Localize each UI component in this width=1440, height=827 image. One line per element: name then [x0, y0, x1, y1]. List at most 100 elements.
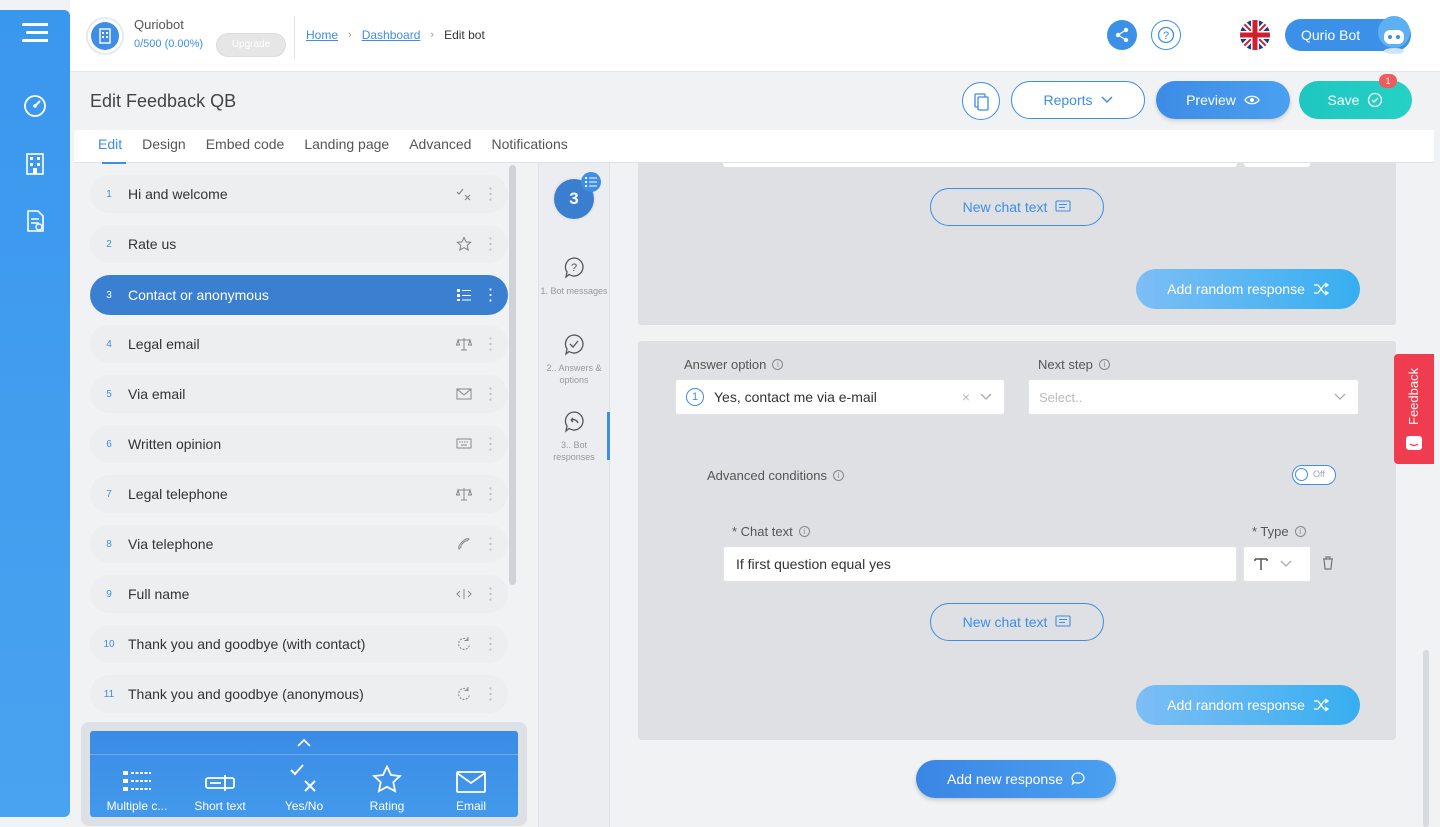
subnav-answers-options[interactable]: 2.. Answers & options — [539, 332, 609, 386]
preview-button[interactable]: Preview — [1156, 81, 1290, 119]
upgrade-button[interactable]: Upgrade — [216, 33, 286, 57]
chat-text-input[interactable]: If first question equal yes — [723, 546, 1237, 582]
tool-multiple-choice[interactable]: Multiple c... — [95, 763, 179, 813]
type-select[interactable] — [1243, 546, 1311, 582]
unsaved-changes-badge: 1 — [1379, 74, 1397, 88]
step-item[interactable]: 8 Via telephone ⋮ — [90, 525, 508, 563]
step-item[interactable]: 9 Full name ⋮ — [90, 575, 508, 613]
add-new-response-button[interactable]: Add new response — [916, 760, 1116, 798]
step-list-scrollbar[interactable] — [509, 165, 516, 585]
feedback-smile-icon — [1406, 436, 1422, 450]
text-cursor-icon — [452, 582, 476, 606]
tab-design[interactable]: Design — [132, 130, 196, 163]
feedback-tab[interactable]: Feedback — [1394, 354, 1434, 464]
step-label: Rate us — [128, 236, 177, 252]
tab-edit[interactable]: Edit — [88, 130, 132, 164]
step-item[interactable]: 10 Thank you and goodbye (with contact) … — [90, 625, 508, 663]
step-menu-icon[interactable]: ⋮ — [480, 484, 500, 504]
main-scrollbar[interactable] — [1423, 650, 1429, 827]
trash-icon[interactable] — [1322, 556, 1334, 575]
org-logo[interactable] — [86, 17, 124, 55]
dashboard-gauge-icon[interactable] — [22, 93, 48, 119]
step-item[interactable]: 4 Legal email ⋮ — [90, 325, 508, 363]
tool-email[interactable]: Email — [429, 763, 513, 813]
chevron-up-icon — [297, 738, 311, 747]
org-name: Quriobot — [134, 17, 184, 32]
add-random-response-button[interactable]: Add random response — [1136, 685, 1360, 725]
add-random-response-button[interactable]: Add random response — [1136, 269, 1360, 309]
step-menu-icon[interactable]: ⋮ — [480, 285, 500, 305]
tool-yes-no[interactable]: Yes/No — [262, 763, 346, 813]
subnav-bot-responses[interactable]: 3.. Bot responses — [539, 409, 609, 463]
preview-label: Preview — [1186, 92, 1236, 108]
info-icon[interactable]: i — [832, 470, 844, 481]
responses-editor: New chat text Add random response Answer… — [611, 163, 1430, 827]
step-menu-icon[interactable]: ⋮ — [480, 534, 500, 554]
step-item[interactable]: 1 Hi and welcome ⋮ — [90, 175, 508, 213]
copy-icon — [974, 93, 989, 111]
tab-landing-page[interactable]: Landing page — [294, 130, 399, 163]
step-menu-icon[interactable]: ⋮ — [480, 184, 500, 204]
keyboard-icon — [452, 432, 476, 456]
copy-button[interactable] — [962, 82, 1000, 120]
step-menu-icon[interactable]: ⋮ — [480, 234, 500, 254]
info-icon[interactable]: i — [772, 359, 784, 370]
tool-rating[interactable]: Rating — [345, 763, 429, 813]
star-icon — [345, 763, 429, 793]
reports-label: Reports — [1043, 92, 1093, 108]
new-chat-text-button[interactable]: New chat text — [930, 603, 1104, 641]
tab-embed-code[interactable]: Embed code — [196, 130, 295, 163]
breadcrumb-dashboard-link[interactable]: Dashboard — [362, 28, 421, 42]
subnav-label: 1. Bot messages — [540, 286, 608, 296]
clear-icon[interactable]: × — [962, 389, 970, 405]
step-menu-icon[interactable]: ⋮ — [480, 684, 500, 704]
step-item[interactable]: 7 Legal telephone ⋮ — [90, 475, 508, 513]
new-chat-text-label: New chat text — [962, 614, 1048, 630]
list-icon — [581, 172, 601, 192]
info-icon[interactable]: i — [798, 526, 810, 537]
step-item[interactable]: 11 Thank you and goodbye (anonymous) ⋮ — [90, 675, 508, 713]
step-menu-icon[interactable]: ⋮ — [480, 584, 500, 604]
building-icon — [91, 22, 119, 50]
answer-option-select[interactable]: 1 Yes, contact me via e-mail × — [675, 379, 1005, 415]
step-menu-icon[interactable]: ⋮ — [480, 434, 500, 454]
step-item[interactable]: 2 Rate us ⋮ — [90, 225, 508, 263]
step-menu-icon[interactable]: ⋮ — [480, 634, 500, 654]
step-item[interactable]: 5 Via email ⋮ — [90, 375, 508, 413]
subnav-bot-messages[interactable]: ? 1. Bot messages — [539, 255, 609, 297]
bot-avatar-icon[interactable] — [1376, 14, 1412, 54]
advanced-conditions-toggle[interactable]: Off — [1292, 465, 1336, 485]
answer-option-label: Answer option i — [684, 357, 784, 372]
share-button[interactable] — [1107, 20, 1137, 50]
scale-icon — [452, 332, 476, 356]
save-button[interactable]: Save — [1299, 81, 1412, 119]
toolbox-collapse-button[interactable] — [90, 731, 518, 755]
chevron-down-icon[interactable] — [1334, 393, 1346, 401]
info-icon[interactable]: i — [1098, 359, 1110, 370]
info-icon[interactable]: i — [1294, 526, 1306, 537]
step-item[interactable]: 6 Written opinion ⋮ — [90, 425, 508, 463]
step-label: Via telephone — [128, 536, 214, 552]
reports-dropdown-button[interactable]: Reports — [1011, 81, 1145, 119]
uk-flag-icon[interactable] — [1240, 20, 1270, 50]
menu-icon[interactable] — [22, 20, 48, 46]
chevron-down-icon[interactable] — [980, 393, 992, 401]
tool-short-text[interactable]: Short text — [178, 763, 262, 813]
chat-text-field-partial[interactable] — [723, 163, 1237, 167]
tab-advanced[interactable]: Advanced — [399, 130, 481, 163]
document-icon[interactable] — [22, 208, 48, 234]
step-item-active[interactable]: 3 Contact or anonymous ⋮ — [90, 275, 508, 315]
new-chat-text-button[interactable]: New chat text — [930, 188, 1104, 226]
multiple-choice-icon — [95, 763, 179, 793]
title-bar: Edit Feedback QB Reports Preview Save 1 — [70, 72, 1440, 130]
next-step-select[interactable]: Select.. — [1028, 379, 1359, 415]
breadcrumb-home-link[interactable]: Home — [306, 28, 338, 42]
help-button[interactable]: ? — [1151, 20, 1181, 50]
step-number: 2 — [106, 238, 112, 250]
tab-notifications[interactable]: Notifications — [481, 130, 577, 163]
building-icon[interactable] — [22, 151, 48, 177]
usage-counter: 0/500 (0.00%) — [134, 38, 204, 50]
step-menu-icon[interactable]: ⋮ — [480, 334, 500, 354]
step-menu-icon[interactable]: ⋮ — [480, 384, 500, 404]
type-select-partial[interactable] — [1244, 163, 1310, 167]
